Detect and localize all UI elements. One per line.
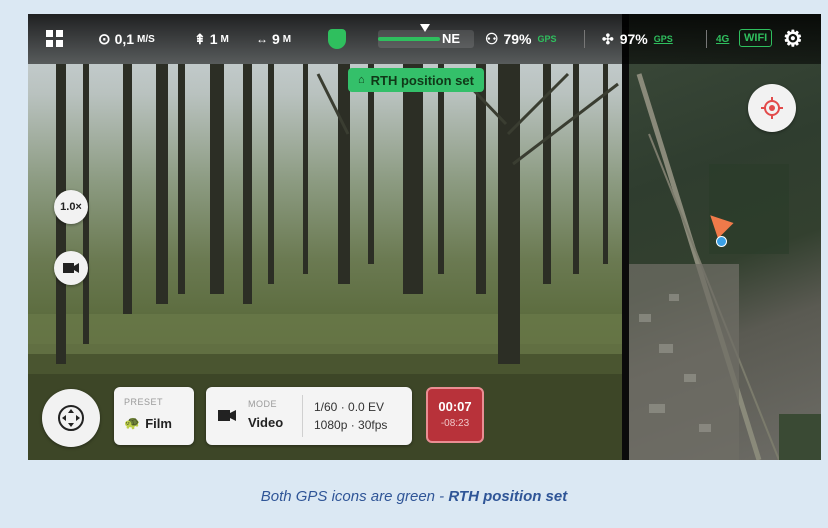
home-icon: ⌂ (358, 74, 365, 86)
controller-gps-icon: GPS (653, 34, 673, 44)
drone-gps-icon: GPS (537, 34, 557, 44)
compass-pointer-icon (420, 24, 430, 32)
pilot-location-dot (716, 236, 727, 247)
controller-battery-readout: ✣ 97% GPS (602, 30, 673, 48)
preset-label: PRESET (124, 397, 164, 407)
turtle-icon: 🐢 (124, 415, 141, 430)
geofence-shield-icon[interactable] (328, 29, 346, 49)
exposure-settings: 1/60 · 0.0 EV (314, 400, 385, 414)
separator (706, 30, 707, 48)
split-divider[interactable] (622, 14, 629, 460)
mode-value: Video (248, 415, 284, 430)
wifi-indicator: WIFI (739, 29, 773, 47)
gear-icon: ⚙ (783, 26, 803, 51)
recenter-map-button[interactable] (748, 84, 796, 132)
network-indicator: 4G (716, 33, 730, 45)
resolution-settings: 1080p · 30fps (314, 418, 388, 432)
locate-icon (761, 97, 783, 119)
grid-icon (46, 30, 63, 47)
compass-label: NE (441, 31, 460, 46)
separator (302, 395, 303, 437)
drone-icon: ⚇ (485, 31, 499, 48)
mode-label: MODE (248, 399, 277, 409)
record-button[interactable]: 00:07 -08:23 (426, 387, 484, 443)
controller-icon: ✣ (602, 30, 614, 47)
compass-indicator (378, 37, 440, 41)
separator (584, 30, 585, 48)
caption: Both GPS icons are green - RTH position … (260, 488, 568, 505)
altitude-readout: ⇞ 1 M (194, 30, 229, 48)
video-camera-icon (218, 410, 236, 421)
distance-readout: ↔ 9 M (256, 31, 292, 47)
record-remaining: -08:23 (440, 418, 470, 429)
mode-exposure-panel[interactable]: MODE Video 1/60 · 0.0 EV 1080p · 30fps (206, 387, 412, 445)
drone-battery-readout: ⚇ 79% GPS (485, 31, 557, 48)
altitude-icon: ⇞ (194, 30, 206, 47)
settings-button[interactable]: ⚙ (783, 14, 803, 64)
compass-heading-bar: NE (378, 24, 474, 48)
record-elapsed: 00:07 (438, 399, 472, 414)
preset-selector[interactable]: PRESET 🐢 Film (114, 387, 194, 445)
joystick-icon (58, 405, 84, 431)
capture-mode-toggle[interactable] (54, 251, 88, 285)
distance-icon: ↔ (256, 32, 268, 46)
status-bar: ⊙ 0,1 M/S ⇞ 1 M ↔ 9 M NE ⚇ 79% GPS ✣ 97% (28, 14, 821, 64)
speed-readout: ⊙ 0,1 M/S (98, 31, 155, 48)
zoom-button[interactable]: 1.0× (54, 190, 88, 224)
satellite-map[interactable] (629, 14, 821, 460)
rth-banner: ⌂ RTH position set (348, 68, 484, 92)
speedometer-icon: ⊙ (98, 31, 111, 48)
apps-menu-button[interactable] (46, 14, 64, 64)
video-camera-icon (63, 263, 79, 273)
joystick-button[interactable] (42, 389, 100, 447)
drone-app-window: ⊙ 0,1 M/S ⇞ 1 M ↔ 9 M NE ⚇ 79% GPS ✣ 97% (28, 14, 821, 460)
